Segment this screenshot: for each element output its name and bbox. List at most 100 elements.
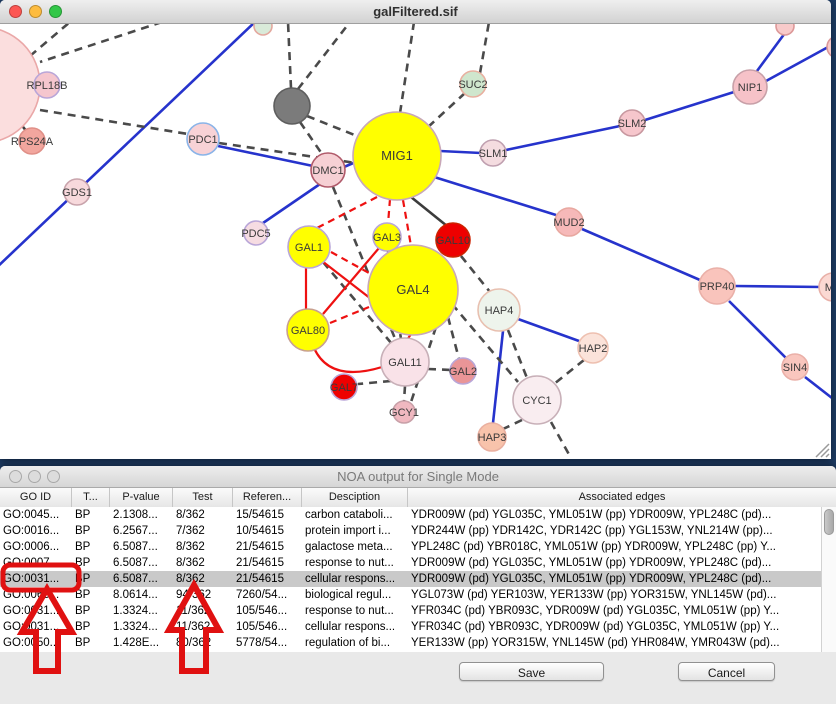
edge-dash	[404, 386, 405, 401]
edge-blue	[506, 126, 620, 150]
table-cell: 11/362	[173, 619, 233, 635]
table-cell: protein import i...	[302, 523, 408, 539]
zoom-icon[interactable]	[47, 470, 60, 483]
network-canvas[interactable]: RPL18BRPS24AGDS1PDC1PDC5DMC1MIG1SUC2SLM1…	[0, 0, 831, 459]
network-view-window: RPL18BRPS24AGDS1PDC1PDC5DMC1MIG1SUC2SLM1…	[0, 0, 831, 459]
edge-dash	[428, 369, 451, 370]
table-cell: galactose meta...	[302, 539, 408, 555]
node-label-GDS1: GDS1	[62, 187, 92, 199]
table-row[interactable]: GO:0031...BP1.3324...11/362105/546...cel…	[0, 619, 821, 635]
table-cell: 8.0614...	[110, 587, 173, 603]
edge-reddash	[388, 199, 390, 224]
edge-black	[411, 197, 447, 226]
node-right-pink[interactable]	[827, 36, 831, 58]
resize-grip-icon[interactable]	[816, 444, 829, 457]
table-row[interactable]: GO:0050...BP1.428E...80/3625778/54...reg…	[0, 635, 821, 651]
close-icon[interactable]	[9, 470, 22, 483]
table-cell: GO:0031...	[0, 619, 72, 635]
table-scrollbar[interactable]	[821, 507, 836, 652]
table-cell: 7260/54...	[233, 587, 302, 603]
table-cell: YFR034C (pd) YBR093C, YDR009W (pd) YGL03…	[408, 603, 821, 619]
edge-blue	[431, 176, 556, 215]
edge-blue	[805, 377, 831, 398]
table-row[interactable]: GO:0031...BP6.5087...8/36221/54615cellul…	[0, 571, 821, 587]
edge-dash	[501, 420, 522, 430]
noa-window-titlebar: NOA output for Single Mode	[0, 466, 836, 488]
table-cell: cellular respons...	[302, 571, 408, 587]
table-row[interactable]: GO:0006...BP6.5087...8/36221/54615galact…	[0, 539, 821, 555]
cancel-button[interactable]: Cancel	[678, 662, 775, 681]
results-table: GO:0045...BP2.1308...8/36215/54615carbon…	[0, 507, 821, 652]
table-cell: YDR009W (pd) YGL035C, YML051W (pp) YDR00…	[408, 571, 821, 587]
table-cell: response to nut...	[302, 555, 408, 571]
edge-dash	[40, 110, 188, 134]
table-cell: BP	[72, 571, 110, 587]
table-cell: 94/362	[173, 587, 233, 603]
noa-window-buttons	[9, 470, 60, 483]
table-cell: BP	[72, 635, 110, 651]
table-cell: 5778/54...	[233, 635, 302, 651]
edge-blue	[645, 92, 734, 120]
table-cell: 80/362	[173, 635, 233, 651]
node-label-HAP2: HAP2	[579, 343, 608, 355]
edge-red-curve	[314, 348, 382, 372]
edge-blue	[735, 286, 822, 287]
table-cell: 1.3324...	[110, 619, 173, 635]
table-row[interactable]: GO:0045...BP2.1308...8/36215/54615carbon…	[0, 507, 821, 523]
column-header-goid[interactable]: GO ID	[0, 488, 72, 507]
table-cell: YFR034C (pd) YBR093C, YDR009W (pd) YGL03…	[408, 619, 821, 635]
edge-blue	[493, 331, 503, 423]
table-cell: GO:0007...	[0, 555, 72, 571]
network-graph: RPL18BRPS24AGDS1PDC1PDC5DMC1MIG1SUC2SLM1…	[0, 0, 831, 459]
table-row[interactable]: GO:0065...BP8.0614...94/3627260/54...bio…	[0, 587, 821, 603]
table-cell: 6.2567...	[110, 523, 173, 539]
node-label-GAL2: GAL2	[449, 366, 477, 378]
column-header-associatededges[interactable]: Associated edges	[408, 488, 836, 507]
minimize-icon[interactable]	[29, 5, 42, 18]
edge-reddash	[403, 200, 411, 246]
edge-dash	[298, 22, 350, 89]
table-cell: YGL073W (pd) YER103W, YER133W (pp) YOR31…	[408, 587, 821, 603]
column-header-desciption[interactable]: Desciption	[302, 488, 408, 507]
column-header-t[interactable]: T...	[72, 488, 110, 507]
zoom-icon[interactable]	[49, 5, 62, 18]
node-label-GAL3: GAL3	[373, 232, 401, 244]
table-cell: YPL248C (pd) YBR018C, YML051W (pp) YDR00…	[408, 539, 821, 555]
edge-dash	[461, 256, 490, 292]
noa-output-window: NOA output for Single Mode GO IDT...P-va…	[0, 466, 836, 704]
node-label-MUD2: MUD2	[553, 217, 584, 229]
table-cell: 105/546...	[233, 619, 302, 635]
node-label-RPL18B: RPL18B	[27, 80, 68, 92]
node-label-GAL7: GAL7	[330, 382, 358, 394]
edge-blue	[729, 301, 786, 358]
node-label-PDC1: PDC1	[188, 134, 217, 146]
table-cell: YDR009W (pd) YGL035C, YML051W (pp) YDR00…	[408, 507, 821, 523]
edge-blue	[440, 151, 481, 153]
minimize-icon[interactable]	[28, 470, 41, 483]
table-cell: YDR009W (pd) YGL035C, YML051W (pp) YDR00…	[408, 555, 821, 571]
node-label-RPS24A: RPS24A	[11, 136, 54, 148]
edge-dash	[554, 360, 584, 384]
node-label-MS-partial: MS	[825, 282, 831, 294]
table-cell: regulation of bi...	[302, 635, 408, 651]
column-header-test[interactable]: Test	[173, 488, 233, 507]
table-cell: BP	[72, 539, 110, 555]
node-gray-node[interactable]	[274, 88, 310, 124]
table-cell: GO:0006...	[0, 539, 72, 555]
table-cell: YER133W (pp) YOR315W, YNL145W (pd) YHR08…	[408, 635, 821, 651]
table-cell: GO:0016...	[0, 523, 72, 539]
table-cell: 105/546...	[233, 603, 302, 619]
save-button[interactable]: Save	[459, 662, 604, 681]
column-header-pvalue[interactable]: P-value	[110, 488, 173, 507]
table-cell: 1.3324...	[110, 603, 173, 619]
close-icon[interactable]	[9, 5, 22, 18]
table-row[interactable]: GO:0016...BP6.2567...7/36210/54615protei…	[0, 523, 821, 539]
node-label-GAL80: GAL80	[291, 325, 325, 337]
column-header-referen[interactable]: Referen...	[233, 488, 302, 507]
table-row[interactable]: GO:0007...BP6.5087...8/36221/54615respon…	[0, 555, 821, 571]
scrollbar-thumb[interactable]	[824, 509, 834, 535]
table-cell: 2.1308...	[110, 507, 173, 523]
node-label-MIG1: MIG1	[381, 148, 413, 163]
table-row[interactable]: GO:0031...BP1.3324...11/362105/546...res…	[0, 603, 821, 619]
edge-dash	[358, 381, 391, 384]
